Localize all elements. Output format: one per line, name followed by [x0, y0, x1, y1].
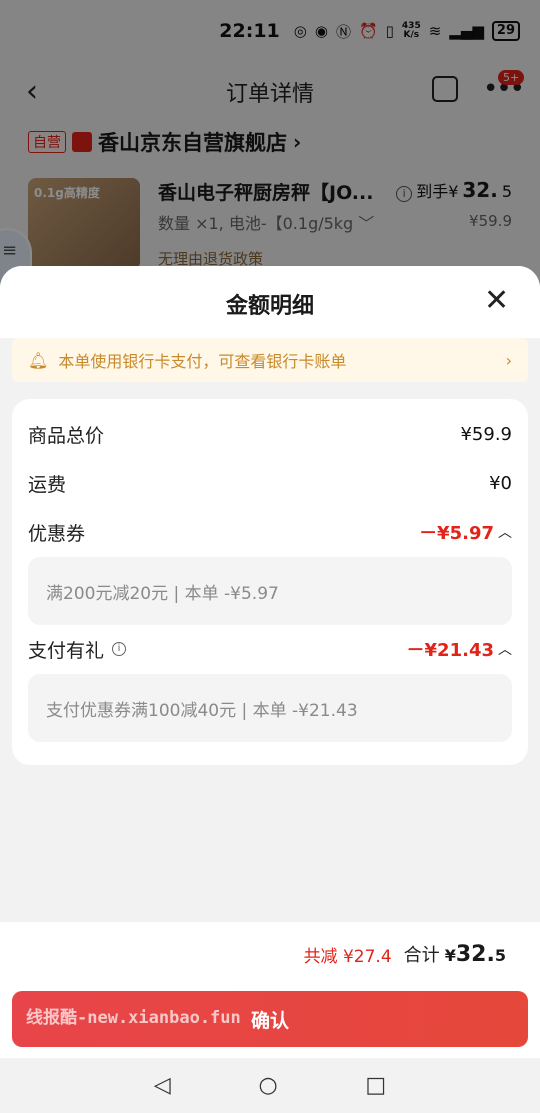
- amount-card: 商品总价 ¥59.9 运费 ¥0 优惠券 －¥5.97 ︿ 满200元减20元 …: [12, 399, 528, 765]
- total-main: 32.: [455, 942, 495, 967]
- chevron-up-icon[interactable]: ︿: [498, 639, 512, 659]
- pay-gift-row[interactable]: 支付有礼 i －¥21.43 ︿: [28, 634, 512, 664]
- info-icon[interactable]: i: [112, 642, 127, 656]
- total-currency: ¥: [444, 946, 456, 965]
- back-triangle-icon[interactable]: ◁: [154, 1073, 171, 1098]
- coupon-row[interactable]: 优惠券 －¥5.97 ︿: [28, 517, 512, 547]
- pay-gift-detail: 支付优惠券满100减40元 | 本单 -¥21.43: [28, 674, 512, 742]
- coupon-label: 优惠券: [28, 522, 86, 545]
- coupon-detail: 满200元减20元 | 本单 -¥5.97: [28, 557, 512, 625]
- shipping-row: 运费 ¥0: [28, 468, 512, 498]
- shipping-value: ¥0: [489, 472, 512, 494]
- watermark: 线报酷-new.xianbao.fun: [26, 1008, 241, 1028]
- pay-gift-label: 支付有礼: [28, 639, 105, 662]
- sheet-title: 金额明细: [225, 294, 314, 319]
- confirm-label: 确认: [250, 1009, 289, 1032]
- close-icon[interactable]: ✕: [484, 286, 509, 316]
- recents-icon[interactable]: □: [365, 1073, 386, 1098]
- total-amount: 合计 ¥32.5: [404, 941, 506, 967]
- chevron-right-icon: ›: [505, 350, 512, 370]
- sheet-header: 金额明细 ✕: [0, 266, 540, 338]
- confirm-area: 确认 线报酷-new.xianbao.fun: [0, 986, 540, 1058]
- notice-text: 本单使用银行卡支付，可查看银行卡账单: [58, 352, 347, 371]
- home-icon[interactable]: ○: [258, 1073, 277, 1098]
- goods-total-value: ¥59.9: [460, 423, 512, 445]
- goods-total-row: 商品总价 ¥59.9: [28, 419, 512, 449]
- total-decimal: 5: [494, 946, 506, 965]
- confirm-button[interactable]: 确认 线报酷-new.xianbao.fun: [12, 991, 528, 1047]
- shipping-label: 运费: [28, 473, 67, 496]
- system-nav-bar: ◁ ○ □: [0, 1058, 540, 1113]
- amount-detail-sheet: 金额明细 ✕ 🔔︎ 本单使用银行卡支付，可查看银行卡账单 › 商品总价 ¥59.…: [0, 266, 540, 1058]
- total-saved[interactable]: 共减 ¥27.4: [304, 942, 392, 967]
- coupon-value: －¥5.97: [419, 523, 494, 544]
- goods-total-label: 商品总价: [28, 424, 105, 447]
- chevron-up-icon[interactable]: ︿: [498, 522, 512, 542]
- pay-gift-value: －¥21.43: [406, 640, 494, 661]
- bell-icon: 🔔︎: [28, 350, 49, 370]
- bank-card-notice[interactable]: 🔔︎ 本单使用银行卡支付，可查看银行卡账单 ›: [12, 338, 528, 382]
- total-bar: 共减 ¥27.4 合计 ¥32.5: [0, 922, 540, 986]
- total-label: 合计: [403, 945, 440, 966]
